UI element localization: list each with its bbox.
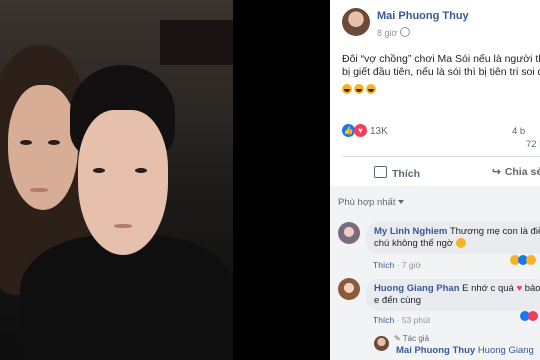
- post-time-line: 8 giờ: [377, 27, 411, 38]
- like-button[interactable]: Thích: [374, 166, 420, 182]
- reply-bubble: Mai Phuong Thuy Huong Giang: [392, 343, 538, 359]
- post-panel: Mai Phuong Thuy 8 giờ Đôi “vợ chồng” chơ…: [330, 0, 540, 360]
- laughing-emoji-icon: [366, 84, 376, 94]
- share-count[interactable]: 4 b: [512, 126, 525, 137]
- background-piano: [160, 20, 233, 65]
- comment-sort-dropdown[interactable]: Phù hợp nhất: [338, 197, 405, 208]
- comment-text: E nhớ c quá: [462, 283, 514, 294]
- haha-reaction-icon: [526, 255, 536, 265]
- woman-eye-left: [20, 140, 32, 145]
- photo-viewer-background: [233, 0, 330, 360]
- reaction-count[interactable]: 13K: [370, 126, 388, 137]
- divider: [342, 156, 540, 157]
- author-badge: ✎ Tác giả: [394, 334, 429, 343]
- comment-text-tail: bảo: [524, 283, 540, 294]
- laughing-emoji-icon: [342, 84, 352, 94]
- man-eye-left: [93, 168, 105, 173]
- comment-actions: Thích · 7 giờ: [373, 260, 422, 270]
- reply-author-avatar[interactable]: [374, 336, 389, 351]
- comment-bubble: Huong Giang Phan E nhớ c quá ♥ bảo e đến…: [366, 279, 540, 311]
- like-button-label: Thích: [392, 168, 420, 180]
- comment-like-link[interactable]: Thích: [373, 260, 394, 270]
- post-text-line: Đôi “vợ chồng” chơi Ma Sói nếu là người …: [342, 53, 540, 65]
- post-text: Đôi “vợ chồng” chơi Ma Sói nếu là người …: [342, 53, 540, 79]
- woman-eye-right: [48, 140, 60, 145]
- like-icon: [374, 166, 387, 178]
- woman-mouth: [30, 188, 48, 192]
- commenter-avatar[interactable]: [338, 222, 360, 244]
- pen-icon: ✎: [394, 334, 401, 343]
- post-time[interactable]: 8 giờ: [377, 28, 397, 38]
- post-stats: 👍 ♥ 13K 4 b 72 lượ: [342, 122, 540, 150]
- man-mouth: [114, 224, 132, 228]
- commenter-name[interactable]: My Linh Nghiem: [374, 226, 447, 237]
- share-icon: ↪: [492, 166, 501, 178]
- post-photo[interactable]: [0, 0, 233, 360]
- author-avatar[interactable]: [342, 8, 370, 36]
- post-emoji-row: [342, 81, 378, 94]
- heart-icon: ♥: [516, 283, 523, 294]
- share-button-label: Chia sẻ: [504, 166, 540, 178]
- love-reaction-icon: [528, 311, 538, 321]
- reply-author-name[interactable]: Mai Phuong Thuy: [396, 345, 475, 356]
- comment-like-link[interactable]: Thích: [373, 315, 394, 325]
- comment-text: Thương mẹ con là điều: [449, 226, 540, 237]
- laughing-emoji-icon: [354, 84, 364, 94]
- reply-mention[interactable]: Huong Giang: [478, 345, 534, 356]
- comment-reactions[interactable]: [520, 308, 538, 321]
- post-header: Mai Phuong Thuy 8 giờ: [330, 0, 540, 40]
- comment-reactions[interactable]: [510, 252, 536, 265]
- comment-sort-label: Phù hợp nhất: [338, 197, 396, 208]
- comment-time[interactable]: 7 giờ: [402, 260, 421, 270]
- commenter-name[interactable]: Huong Giang Phan: [374, 283, 460, 294]
- chevron-down-icon: [398, 200, 405, 204]
- love-reaction-icon[interactable]: ♥: [354, 124, 367, 137]
- post-text-line: bị giết đầu tiên, nếu là sói thì bị tiên…: [342, 66, 540, 78]
- smile-emoji-icon: [455, 238, 466, 248]
- man-face: [78, 110, 168, 255]
- commenter-avatar[interactable]: [338, 278, 360, 300]
- man-eye-right: [135, 168, 147, 173]
- author-badge-label: Tác giả: [402, 334, 430, 343]
- comment-time[interactable]: 53 phút: [402, 315, 430, 325]
- comments-section: Phù hợp nhất My Linh Nghiem Thương mẹ co…: [330, 186, 540, 360]
- comment-bubble: My Linh Nghiem Thương mẹ con là điều chú…: [366, 222, 540, 254]
- comment-text: e đến cùng: [374, 295, 422, 306]
- comment-actions: Thích · 53 phút: [373, 315, 431, 325]
- comment-count[interactable]: 72 lượ: [526, 139, 540, 150]
- globe-icon: [400, 27, 411, 37]
- author-name[interactable]: Mai Phuong Thuy: [377, 10, 469, 22]
- share-button[interactable]: ↪ Chia sẻ: [492, 166, 540, 182]
- comment-text: chú không thể ngờ: [374, 238, 454, 249]
